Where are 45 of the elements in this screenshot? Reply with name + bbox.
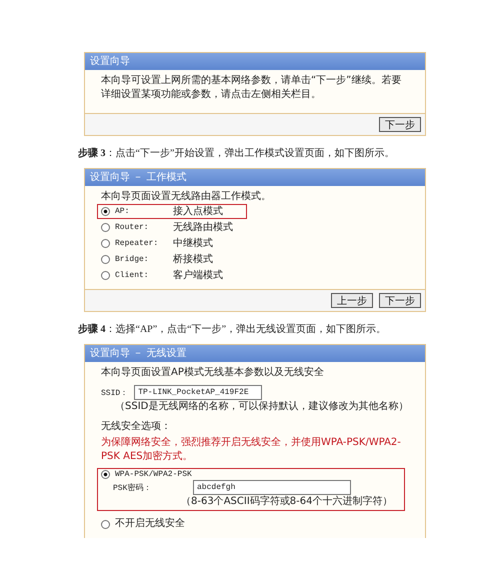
password-label: PSK密码：	[112, 482, 152, 493]
highlighted-option[interactable]: AP: 接入点模式	[97, 204, 247, 219]
intro-text: 本向导页面设置无线路由器工作模式。	[101, 190, 272, 204]
security-warning: 为保障网络安全，强烈推荐开启无线安全，并使用WPA-PSK/WPA2-PSK AES加密方式。	[101, 436, 402, 464]
highlighted-option[interactable]: WPA-PSK/WPA2-PSK PSK密码： abcdefgh （8-63个ASCII码字符或8-64个十六进制字符）	[97, 468, 405, 511]
step-caption: 步骤 4：选择“AP”，点击“下一步”，弹出无线设置页面，如下图所示。	[78, 322, 388, 336]
mode-description: 接入点模式	[173, 204, 223, 218]
mode-label: Bridge:	[115, 255, 150, 264]
password-hint: （8-63个ASCII码字符或8-64个十六进制字符）	[181, 495, 394, 509]
mode-option[interactable]: Repeater: 中继模式	[97, 236, 247, 251]
back-button[interactable]: 上一步	[331, 293, 373, 308]
panel-title: 设置向导 － 工作模式	[85, 169, 425, 186]
mode-description: 客户端模式	[173, 268, 223, 282]
panel-title: 设置向导	[85, 53, 425, 70]
security-label: 不开启无线安全	[115, 517, 185, 531]
intro-text: 本向导可设置上网所需的基本网络参数，请单击“下一步”继续。若要详细设置某项功能或参数，请点击左侧相关栏目。	[101, 74, 402, 102]
radio-button[interactable]	[101, 239, 110, 248]
ssid-hint: （SSID是无线网络的名称，可以保持默认，建议修改为其他名称）	[115, 400, 410, 414]
intro-text: 本向导页面设置AP模式无线基本参数以及无线安全	[101, 366, 325, 380]
radio-button[interactable]	[101, 223, 110, 232]
mode-label: AP:	[115, 207, 130, 216]
ssid-label: SSID：	[101, 388, 128, 398]
next-button[interactable]: 下一步	[379, 293, 421, 308]
mode-description: 桥接模式	[173, 252, 213, 266]
radio-button[interactable]	[101, 271, 110, 280]
next-button[interactable]: 下一步	[379, 117, 421, 132]
password-field[interactable]: abcdefgh	[193, 480, 351, 495]
mode-option[interactable]: Router: 无线路由模式	[97, 220, 247, 235]
mode-label: Client:	[115, 271, 150, 280]
ssid-field[interactable]: TP-LINK_PocketAP_419F2E	[134, 385, 262, 400]
radio-button[interactable]	[101, 520, 110, 528]
mode-option[interactable]: Bridge: 桥接模式	[97, 252, 247, 267]
radio-button[interactable]	[101, 470, 110, 479]
radio-button[interactable]	[101, 207, 110, 216]
mode-description: 中继模式	[173, 236, 213, 250]
mode-label: Router:	[115, 223, 150, 232]
security-heading: 无线安全选项：	[101, 420, 172, 434]
panel-title: 设置向导 － 无线设置	[85, 345, 425, 362]
mode-option[interactable]: Client: 客户端模式	[97, 268, 247, 283]
mode-description: 无线路由模式	[173, 220, 233, 234]
security-option[interactable]: 不开启无线安全	[97, 515, 405, 533]
security-label: WPA-PSK/WPA2-PSK	[115, 470, 192, 479]
radio-button[interactable]	[101, 255, 110, 264]
mode-label: Repeater:	[115, 239, 160, 248]
step-caption: 步骤 3：点击“下一步”开始设置，弹出工作模式设置页面，如下图所示。	[78, 146, 396, 160]
